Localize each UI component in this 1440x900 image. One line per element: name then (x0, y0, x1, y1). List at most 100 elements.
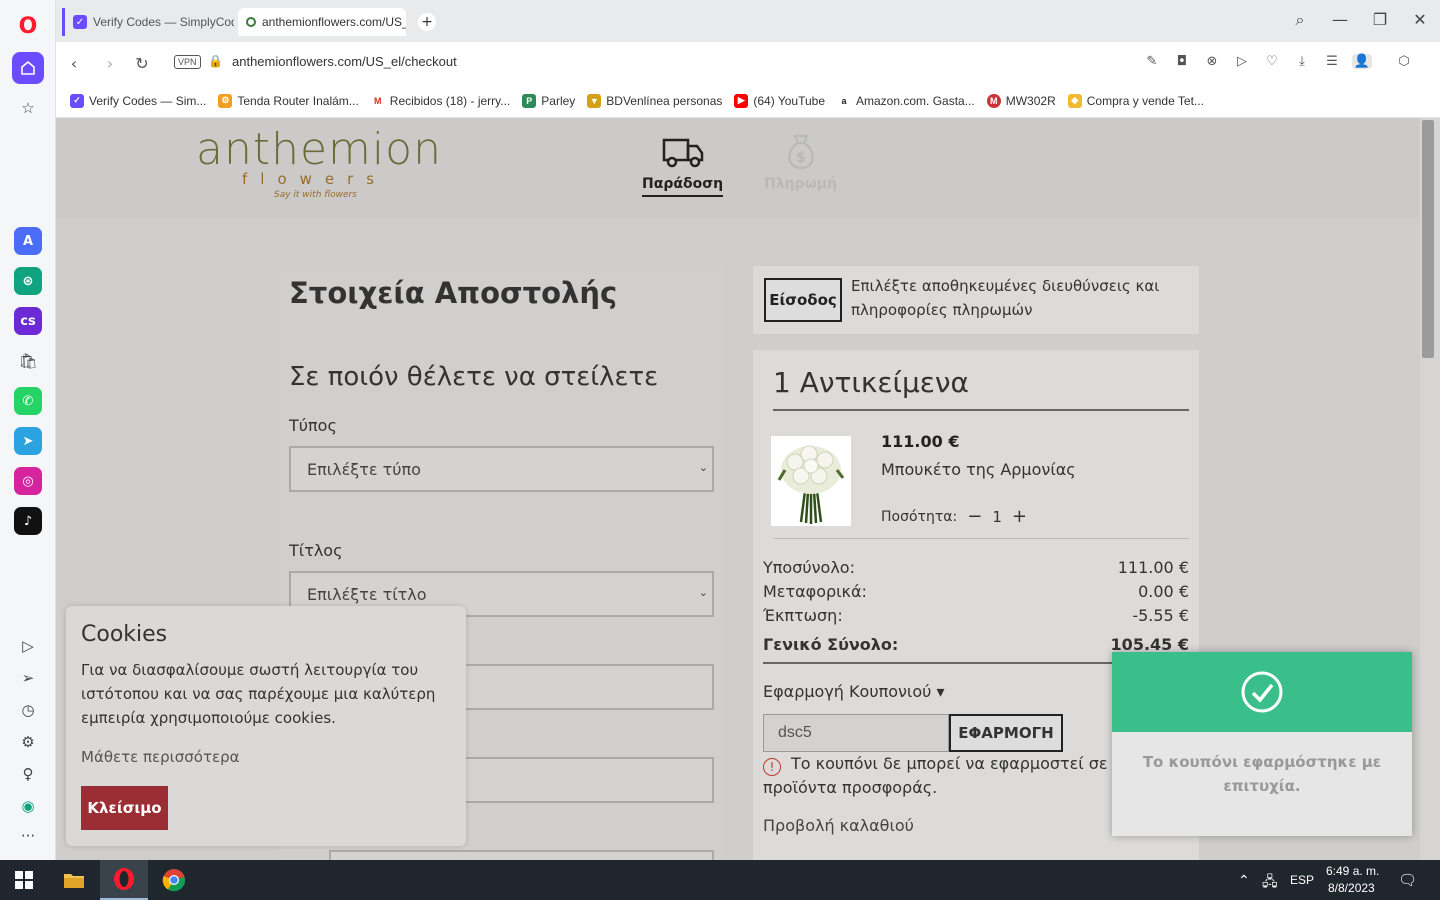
download-icon[interactable]: ⤓ (1292, 54, 1312, 69)
subtotal-row: Υποσύνολο: 111.00 € (763, 558, 1189, 577)
caret-down-icon: ▾ (936, 682, 945, 701)
site-logo[interactable]: anthemion (196, 124, 442, 175)
login-hint: Επιλέξτε αποθηκευμένες διευθύνσεις και π… (851, 277, 1160, 319)
heart-icon[interactable]: ♡ (1262, 54, 1282, 69)
camera-icon[interactable]: ◘ (1172, 54, 1192, 69)
bookmark-item[interactable]: ◆ Compra y vende Tet... (1067, 93, 1204, 108)
bookmark-item[interactable]: ✓ Verify Codes — Sim... (70, 93, 206, 108)
vpn-badge[interactable]: VPN (174, 55, 201, 69)
bookmark-item[interactable]: ▶ (64) YouTube (734, 93, 825, 108)
profile-icon[interactable]: 👤 (1352, 54, 1372, 69)
new-tab-plus-icon[interactable]: + (418, 13, 436, 31)
chatgpt-app-icon[interactable]: ⊛ (14, 267, 42, 295)
shopping-bag-icon[interactable]: 🛍 (12, 345, 44, 377)
instagram-app-icon[interactable]: ◎ (14, 467, 42, 495)
extensions-cube-icon[interactable]: ⬡ (1394, 54, 1414, 69)
bookmark-item[interactable]: P Parley (522, 93, 575, 108)
tips-bulb-icon[interactable]: ♀ (12, 758, 44, 790)
opera-logo-icon[interactable]: O (14, 12, 42, 40)
amazon-icon: a (837, 93, 851, 108)
tab-label: anthemionflowers.com/US_el/checkout (262, 15, 406, 29)
telegram-app-icon[interactable]: ➤ (14, 427, 42, 455)
aria-app-icon[interactable]: A (14, 227, 42, 255)
bookmark-item[interactable]: ⚙ Tenda Router Inalám... (218, 93, 359, 108)
type-select[interactable]: Επιλέξτε τύπο ⌄ (289, 446, 714, 492)
login-button[interactable]: Είσοδος (764, 278, 842, 322)
site-logo-tagline: Say it with flowers (274, 190, 357, 200)
send-icon[interactable]: ▷ (1232, 54, 1252, 69)
easy-setup-icon[interactable]: ☰ (1322, 54, 1342, 69)
coupon-toggle[interactable]: Εφαρμογή Κουπονιού ▾ (763, 682, 945, 701)
send-icon[interactable]: ➢ (12, 662, 44, 694)
url-input[interactable] (232, 54, 832, 69)
home-icon[interactable] (12, 52, 44, 84)
edit-icon[interactable]: ✎ (1142, 54, 1162, 69)
more-dots-icon[interactable]: ··· (12, 820, 44, 852)
quantity-minus-button[interactable]: − (967, 506, 982, 527)
network-icon[interactable]: 🖧 (1262, 871, 1278, 895)
cookie-close-button[interactable]: Κλείσιμο (81, 786, 168, 830)
product-price: 111.00 € (881, 432, 960, 451)
clock-time[interactable]: 6:49 a. m. (1326, 864, 1379, 878)
total-label: Γενικό Σύνολο: (763, 635, 899, 654)
tray-chevron-up-icon[interactable]: ⌃ (1238, 872, 1250, 889)
tiktok-app-icon[interactable]: ♪ (14, 507, 42, 535)
player-icon[interactable]: ▷ (12, 630, 44, 662)
scrollbar-thumb[interactable] (1422, 120, 1434, 358)
view-cart-link[interactable]: Προβολή καλαθιού (763, 816, 914, 835)
warning-icon: ! (763, 758, 781, 776)
quantity-plus-button[interactable]: + (1012, 506, 1027, 527)
file-explorer-icon[interactable] (50, 860, 98, 900)
subtotal-label: Υποσύνολο: (763, 558, 855, 577)
bookmark-item[interactable]: M Recibidos (18) - jerry... (370, 93, 510, 108)
aria-small-icon[interactable]: ◉ (12, 790, 44, 822)
reload-icon[interactable]: ↻ (132, 54, 152, 73)
discount-row: Έκπτωση: -5.55 € (763, 606, 1189, 625)
title-select-value: Επιλέξτε τίτλο (307, 584, 427, 604)
coupon-warning: ! Το κουπόνι δε μπορεί να εφαρμοστεί σε π… (763, 752, 1113, 800)
bookmark-item[interactable]: a Amazon.com. Gasta... (837, 93, 975, 108)
chrome-taskbar-icon[interactable] (150, 860, 198, 900)
minimize-window-icon[interactable]: — (1328, 10, 1352, 29)
whatsapp-app-icon[interactable]: ✆ (14, 387, 42, 415)
cookie-learn-more-link[interactable]: Μάθετε περισσότερα (81, 748, 240, 766)
bookmark-label: Amazon.com. Gasta... (856, 93, 975, 108)
tab-verify-codes[interactable]: ✓ Verify Codes — SimplyCodes (62, 8, 234, 36)
notifications-icon[interactable]: 🗨 (1398, 871, 1417, 889)
product-image[interactable] (771, 436, 851, 526)
opera-taskbar-icon[interactable] (100, 860, 148, 900)
bookmark-label: Tenda Router Inalám... (237, 93, 359, 108)
tab-label: Verify Codes — SimplyCodes (93, 15, 234, 29)
taskbar: ⌃ 🖧 ESP 6:49 a. m. 8/8/2023 🗨 (0, 860, 1440, 900)
settings-gear-icon[interactable]: ⚙ (12, 726, 44, 758)
shipping-heading: Στοιχεία Αποστολής (289, 276, 618, 310)
forward-arrow-icon[interactable]: › (100, 54, 120, 73)
star-icon[interactable]: ☆ (12, 92, 44, 124)
quantity-label: Ποσότητα: (881, 508, 958, 525)
back-arrow-icon[interactable]: ‹ (64, 54, 84, 73)
coupon-code-input[interactable] (763, 714, 949, 752)
bookmark-label: BDVenlínea personas (606, 93, 723, 108)
coupon-apply-button[interactable]: ΕΦΑΡΜΟΓΗ (949, 714, 1063, 752)
bookmark-item[interactable]: M MW302R (986, 93, 1056, 108)
address-bar: ‹ › ↻ VPN 🔒 ✎ ◘ ⊗ ▷ ♡ ⤓ ☰ 👤 ⬡ (56, 42, 1440, 84)
windows-start-icon[interactable] (0, 860, 48, 900)
bookmark-item[interactable]: ▼ BDVenlínea personas (587, 93, 723, 108)
language-indicator[interactable]: ESP (1290, 873, 1314, 887)
chatsonic-app-icon[interactable]: cs (14, 307, 42, 335)
product-name[interactable]: Μπουκέτο της Αρμονίας (881, 460, 1076, 479)
close-window-icon[interactable]: ✕ (1408, 10, 1432, 29)
tab-anthemion-checkout[interactable]: anthemionflowers.com/US_el/checkout (238, 8, 406, 36)
lock-icon[interactable]: 🔒 (208, 54, 223, 68)
bouquet-image (771, 436, 851, 526)
anthemion-favicon-icon (246, 17, 256, 27)
phone-field[interactable] (329, 850, 714, 860)
search-tabs-icon[interactable]: ⌕ (1288, 10, 1312, 30)
restore-window-icon[interactable]: ❐ (1368, 10, 1392, 29)
step-payment[interactable]: $ Πληρωμή (764, 132, 837, 192)
history-icon[interactable]: ◷ (12, 694, 44, 726)
clock-date[interactable]: 8/8/2023 (1328, 881, 1375, 895)
tenda-icon: ⚙ (218, 93, 233, 108)
step-delivery[interactable]: Παράδοση (642, 132, 724, 197)
adblock-icon[interactable]: ⊗ (1202, 54, 1222, 69)
